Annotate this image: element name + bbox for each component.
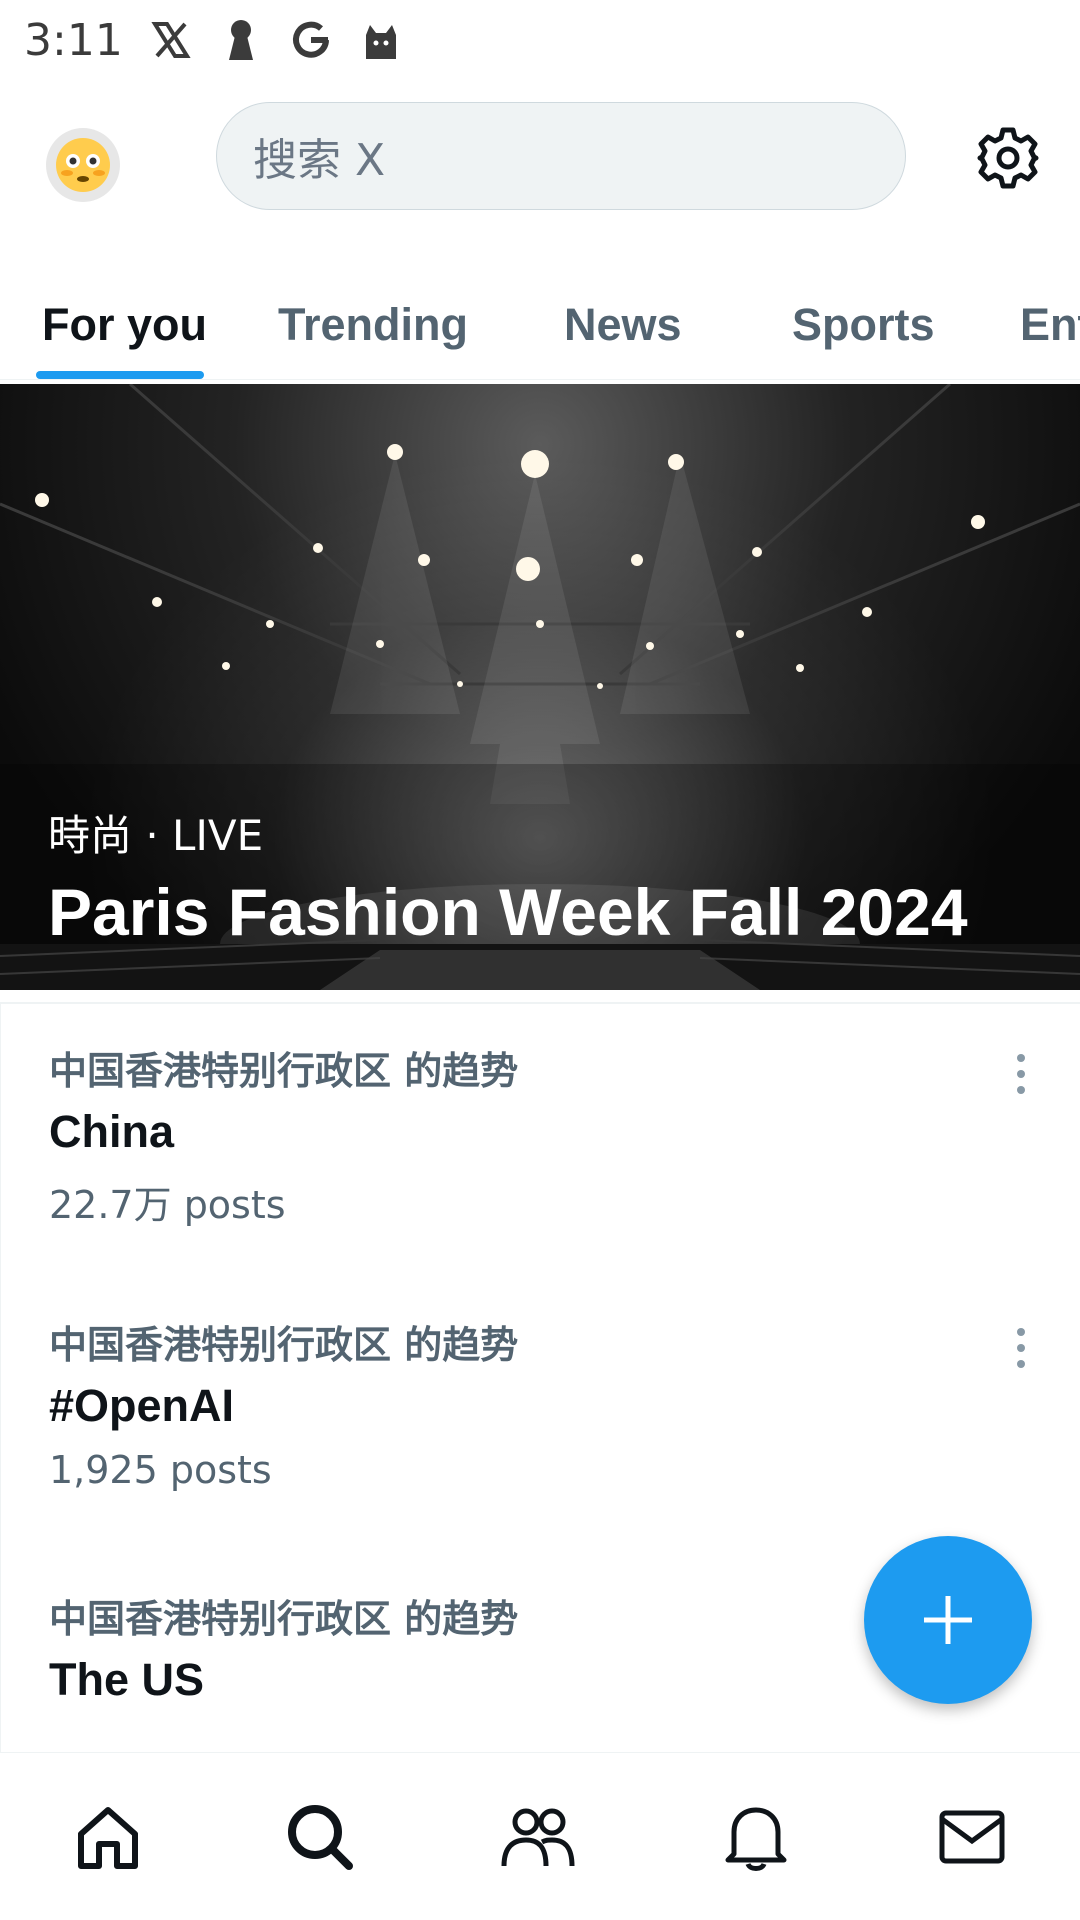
- trend-context: 中国香港特别行政区 的趋势: [49, 1597, 519, 1641]
- hero-title: Paris Fashion Week Fall 2024: [48, 875, 968, 949]
- search-placeholder: 搜索 X: [253, 135, 386, 186]
- trend-context: 中国香港特别行政区 的趋势: [49, 1049, 519, 1093]
- status-time: 3:11: [24, 14, 123, 66]
- google-icon: [289, 18, 333, 62]
- plus-icon: [924, 1596, 972, 1644]
- more-options-icon[interactable]: [1001, 1318, 1041, 1378]
- status-bar: 3:11: [0, 0, 1080, 80]
- compose-post-button[interactable]: [864, 1536, 1032, 1704]
- tab-news[interactable]: News: [564, 270, 682, 379]
- trend-name: The US: [49, 1654, 205, 1705]
- keyhole-icon: [219, 18, 263, 62]
- gear-icon[interactable]: [974, 124, 1042, 192]
- trend-name: #OpenAI: [49, 1380, 235, 1431]
- tab-for-you[interactable]: For you: [42, 270, 207, 379]
- active-tab-indicator: [36, 371, 204, 379]
- hero-kicker: 時尚 · LIVE: [48, 811, 264, 860]
- trend-context: 中国香港特别行政区 的趋势: [49, 1323, 519, 1367]
- tab-trending[interactable]: Trending: [278, 270, 468, 379]
- bell-icon[interactable]: [718, 1799, 794, 1875]
- explore-tabs: For you Trending News Sports Ent: [0, 270, 1080, 380]
- trend-post-count: 1,925 posts: [49, 1448, 272, 1492]
- trend-post-count: 22.7万 posts: [49, 1183, 286, 1227]
- trend-item[interactable]: 中国香港特别行政区 的趋势 China 22.7万 posts: [0, 1004, 1080, 1278]
- trend-item[interactable]: 中国香港特别行政区 的趋势 #OpenAI 1,925 posts: [0, 1278, 1080, 1552]
- more-options-icon[interactable]: [1001, 1044, 1041, 1104]
- search-input[interactable]: 搜索 X: [216, 102, 906, 210]
- tab-sports[interactable]: Sports: [792, 270, 935, 379]
- search-icon[interactable]: [282, 1799, 358, 1875]
- trend-name: China: [49, 1106, 175, 1157]
- flushed-face-emoji-icon: [56, 138, 110, 192]
- hero-banner[interactable]: 時尚 · LIVE Paris Fashion Week Fall 2024: [0, 384, 1080, 990]
- x-logo-icon: [149, 18, 193, 62]
- cat-icon: [359, 18, 403, 62]
- tab-entertainment[interactable]: Ent: [1020, 270, 1080, 379]
- bottom-navigation: [0, 1752, 1080, 1920]
- avatar[interactable]: [46, 128, 120, 202]
- mail-icon[interactable]: [934, 1799, 1010, 1875]
- home-icon[interactable]: [70, 1799, 146, 1875]
- top-bar: 搜索 X: [0, 96, 1080, 216]
- communities-icon[interactable]: [500, 1799, 576, 1875]
